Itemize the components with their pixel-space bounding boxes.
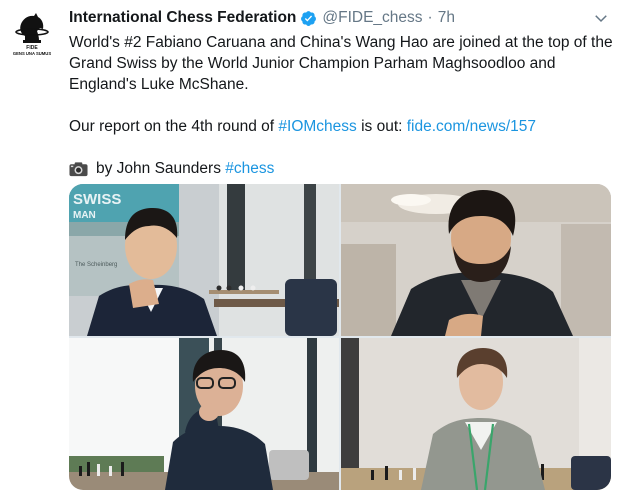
chevron-down-icon[interactable] (592, 9, 610, 27)
banner-bottom-text: MAN (73, 210, 96, 221)
camera-icon (69, 161, 88, 176)
hashtag-iomchess[interactable]: #IOMchess (278, 118, 356, 135)
photo-wang-hao[interactable]: SWISS MAN The Scheinberg (69, 184, 339, 336)
banner-top-text: SWISS (73, 191, 121, 208)
paragraph2-prefix: Our report on the 4th round of (69, 118, 279, 135)
photo-grid: SWISS MAN The Scheinberg (69, 184, 611, 490)
avatar[interactable]: FIDE GENS UNA SUMUS (6, 6, 58, 58)
paragraph2-middle: is out: (356, 118, 407, 135)
hashtag-chess[interactable]: #chess (225, 158, 274, 179)
photo-credit: by John Saunders #chess (69, 158, 614, 179)
photo-parham-maghsoodloo[interactable] (341, 184, 611, 336)
author-name[interactable]: International Chess Federation (69, 9, 296, 27)
tweet-text: World's #2 Fabiano Caruana and China's W… (69, 32, 614, 179)
fide-logo-icon: FIDE GENS UNA SUMUS (13, 13, 51, 56)
author-handle[interactable]: @FIDE_chess (322, 9, 422, 27)
tweet-header: International Chess Federation @FIDE_che… (69, 7, 610, 29)
credit-text: by John Saunders (96, 160, 226, 177)
verified-badge-icon (301, 10, 317, 26)
avatar-motto: GENS UNA SUMUS (13, 51, 51, 56)
report-link[interactable]: fide.com/news/157 (407, 118, 536, 135)
header-separator: · (427, 9, 433, 26)
tweet-paragraph-1: World's #2 Fabiano Caruana and China's W… (69, 34, 613, 93)
tweet-paragraph-2: Our report on the 4th round of #IOMchess… (69, 116, 614, 137)
tweet-timestamp[interactable]: 7h (438, 9, 455, 27)
sponsor-text: The Scheinberg (75, 262, 117, 268)
photo-luke-mcshane[interactable] (341, 338, 611, 490)
photo-fabiano-caruana[interactable] (69, 338, 339, 490)
